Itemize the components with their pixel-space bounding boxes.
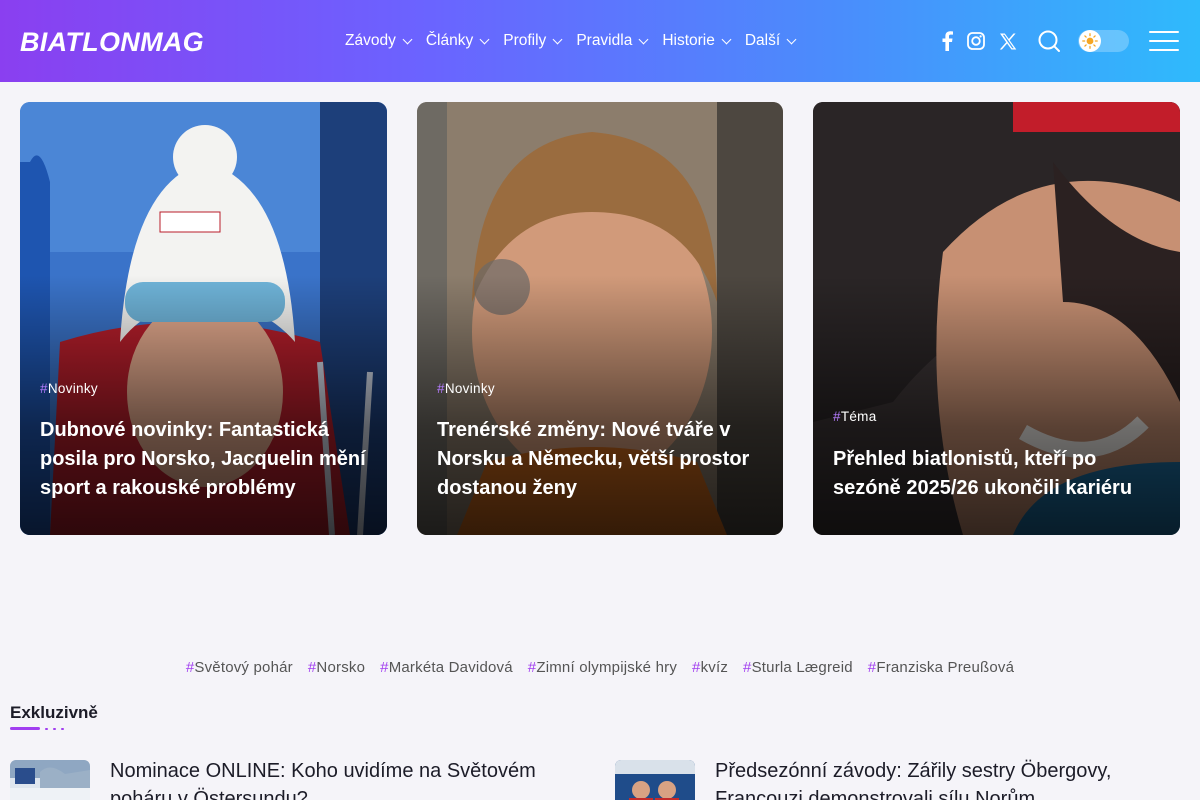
nav-item-dalsi[interactable]: Další xyxy=(744,30,797,52)
featured-card[interactable]: #Téma Přehled biatlonistů, kteří po sezó… xyxy=(813,102,1180,535)
post-title[interactable]: Nominace ONLINE: Koho uvidíme na Světové… xyxy=(110,757,580,800)
post-thumbnail[interactable] xyxy=(10,760,90,800)
nav-item-profily[interactable]: Profily xyxy=(503,30,563,52)
theme-toggle[interactable] xyxy=(1078,30,1129,52)
card-tag-label: Novinky xyxy=(47,381,98,396)
section-title: Exkluzivně xyxy=(10,703,98,722)
tag-link[interactable]: #Markéta Davidová xyxy=(380,659,513,676)
nav-label: Články xyxy=(425,32,474,49)
facebook-icon[interactable] xyxy=(933,26,961,56)
tag-link[interactable]: #kvíz xyxy=(692,659,728,676)
site-logo[interactable]: BIATLONMAG xyxy=(20,26,204,58)
section-underline xyxy=(10,727,40,730)
section-dots xyxy=(45,728,64,730)
card-title[interactable]: Trenérské změny: Nové tváře v Norsku a N… xyxy=(437,416,763,503)
nav-label: Historie xyxy=(662,32,715,49)
post-item[interactable]: Předsezónní závody: Zářily sestry Öbergo… xyxy=(615,760,1195,800)
chevron-down-icon xyxy=(552,34,563,44)
tag-list: #Světový pohár #Norsko #Markéta Davidová… xyxy=(0,659,1200,676)
chevron-down-icon xyxy=(721,34,732,44)
instagram-icon[interactable] xyxy=(962,26,990,56)
sun-icon xyxy=(1079,30,1101,52)
nav-label: Závody xyxy=(345,32,396,49)
chevron-down-icon xyxy=(479,34,490,44)
post-item[interactable]: Nominace ONLINE: Koho uvidíme na Světové… xyxy=(10,760,590,800)
nav-item-pravidla[interactable]: Pravidla xyxy=(576,30,649,52)
card-title[interactable]: Dubnové novinky: Fantastická posila pro … xyxy=(40,416,367,503)
chevron-down-icon xyxy=(786,34,797,44)
tag-link[interactable]: #Norsko xyxy=(308,659,365,676)
menu-icon[interactable] xyxy=(1149,31,1179,51)
nav-item-clanky[interactable]: Články xyxy=(425,30,490,52)
nav-label: Profily xyxy=(503,32,547,49)
nav-item-zavody[interactable]: Závody xyxy=(345,30,413,52)
post-title[interactable]: Předsezónní závody: Zářily sestry Öbergo… xyxy=(715,757,1185,800)
chevron-down-icon xyxy=(638,34,649,44)
nav-item-historie[interactable]: Historie xyxy=(662,30,732,52)
site-header: BIATLONMAG Závody Články Profily Pravidl… xyxy=(0,0,1200,82)
tag-link[interactable]: #Franziska Preußová xyxy=(868,659,1014,676)
featured-card[interactable]: #Novinky Dubnové novinky: Fantastická po… xyxy=(20,102,387,535)
x-icon[interactable] xyxy=(994,26,1022,56)
chevron-down-icon xyxy=(402,34,413,44)
card-tag-label: Téma xyxy=(840,409,877,424)
tag-link[interactable]: #Světový pohár xyxy=(186,659,293,676)
card-tag[interactable]: #Novinky xyxy=(40,381,98,396)
nav-label: Pravidla xyxy=(576,32,633,49)
tag-link[interactable]: #Zimní olympijské hry xyxy=(528,659,677,676)
tag-link[interactable]: #Sturla Lægreid xyxy=(743,659,853,676)
search-icon[interactable] xyxy=(1034,26,1064,56)
card-tag[interactable]: #Téma xyxy=(833,409,877,424)
main-nav: Závody Články Profily Pravidla Historie … xyxy=(345,30,797,52)
post-thumbnail[interactable] xyxy=(615,760,695,800)
nav-label: Další xyxy=(744,32,781,49)
card-tag-label: Novinky xyxy=(444,381,495,396)
featured-card[interactable]: #Novinky Trenérské změny: Nové tváře v N… xyxy=(417,102,783,535)
card-tag[interactable]: #Novinky xyxy=(437,381,495,396)
card-title[interactable]: Přehled biatlonistů, kteří po sezóně 202… xyxy=(833,445,1160,503)
